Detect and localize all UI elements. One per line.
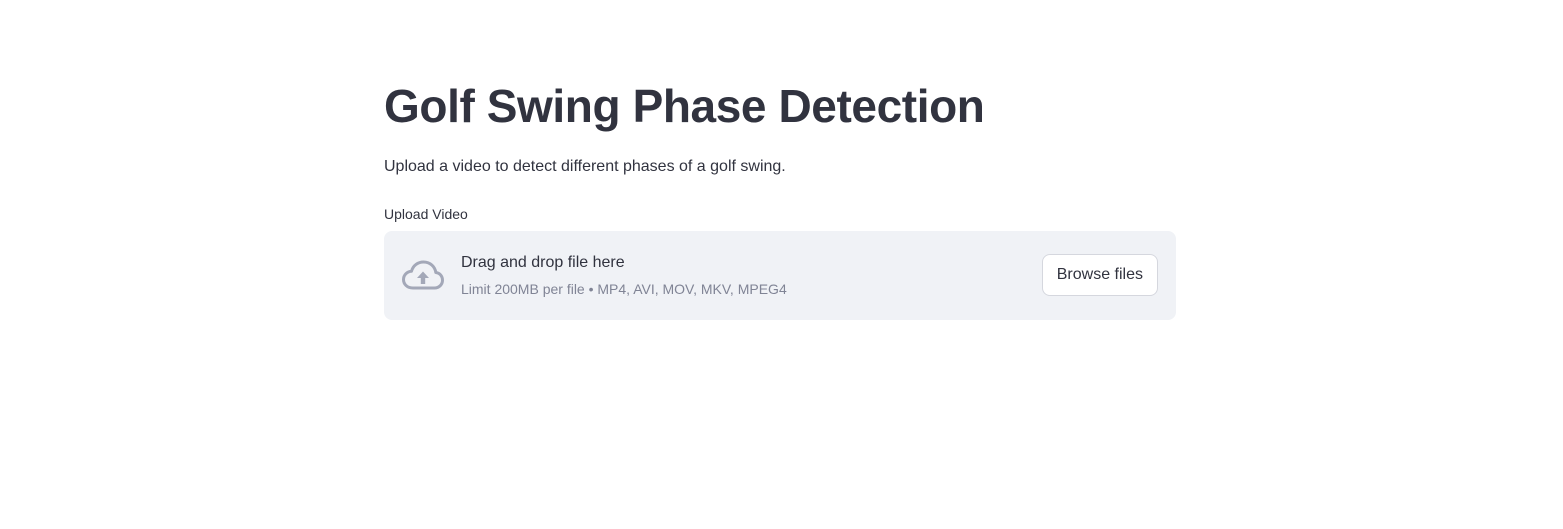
page-title: Golf Swing Phase Detection: [384, 80, 985, 132]
browse-files-button[interactable]: Browse files: [1041, 254, 1158, 296]
file-limit-text: Limit 200MB per file • MP4, AVI, MOV, MK…: [461, 281, 787, 297]
upload-video-label: Upload Video: [384, 206, 468, 222]
cloud-upload-icon: [401, 259, 445, 293]
drag-drop-text: Drag and drop file here: [461, 254, 625, 271]
page-subtitle: Upload a video to detect different phase…: [384, 158, 786, 175]
dropzone-instructions: Drag and drop file here Limit 200MB per …: [461, 251, 787, 298]
file-dropzone[interactable]: Drag and drop file here Limit 200MB per …: [384, 231, 1176, 320]
